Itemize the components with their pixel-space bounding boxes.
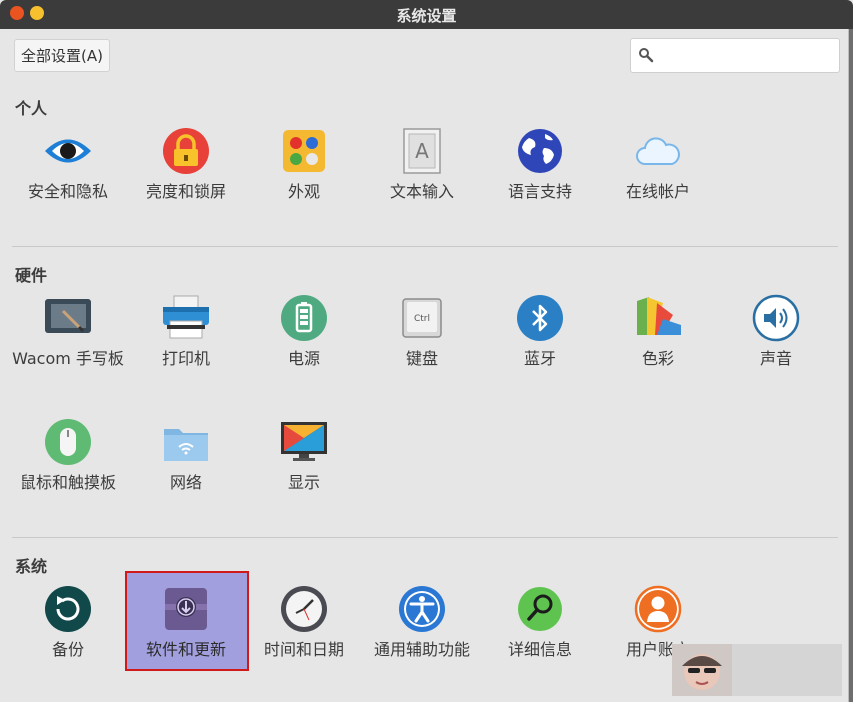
item-label: 声音: [759, 349, 792, 368]
item-label: 电源: [287, 349, 320, 368]
bluetooth-icon: [517, 295, 563, 341]
display-monitor-icon: [281, 422, 327, 461]
section-divider: [12, 537, 838, 538]
keyboard-ctrl-icon: Ctrl: [402, 298, 442, 338]
item-label: 在线帐户: [625, 182, 690, 201]
user-accounts-icon: [634, 585, 682, 633]
section-divider: [12, 246, 838, 247]
item-label: 打印机: [161, 349, 210, 368]
item-label: 语言支持: [507, 182, 572, 201]
backup-icon: [45, 586, 91, 632]
title-bar: 系统设置: [0, 0, 853, 29]
search-field[interactable]: [630, 38, 840, 73]
text-input-icon: A: [403, 128, 441, 174]
all-settings-button[interactable]: 全部设置(A): [14, 39, 110, 72]
section-hardware-label: 硬件: [15, 266, 48, 285]
item-label: 亮度和锁屏: [145, 182, 226, 201]
item-label: 显示: [287, 473, 320, 492]
globe-icon: [518, 129, 562, 173]
window-title: 系统设置: [396, 7, 457, 25]
item-label: 软件和更新: [145, 640, 226, 659]
item-label: 网络: [169, 473, 202, 492]
item-label: 备份: [51, 640, 84, 659]
lock-icon: [163, 128, 209, 174]
accessibility-icon: [399, 586, 445, 632]
cloud-icon: [636, 137, 680, 165]
wacom-tablet-icon: [45, 299, 91, 333]
search-input[interactable]: [657, 44, 836, 68]
avatar-face-icon: [672, 644, 732, 696]
speaker-icon: [752, 294, 800, 342]
item-label: 色彩: [641, 349, 674, 368]
software-update-icon: [165, 588, 207, 630]
svg-text:A: A: [415, 139, 429, 163]
battery-icon: [281, 295, 327, 341]
details-magnifier-icon: [518, 587, 562, 631]
item-label: 文本输入: [389, 182, 454, 201]
search-icon: [639, 48, 654, 63]
item-label: Wacom 手写板: [12, 349, 124, 368]
color-icon: [637, 297, 681, 335]
settings-window: 全部设置(A) 个人 安全和隐私 亮度和锁屏 外观 A 文本输入 语言支持 在线…: [0, 29, 849, 702]
eye-icon: [45, 139, 91, 163]
item-label: 键盘: [405, 349, 438, 368]
clock-icon: [281, 586, 327, 632]
svg-text:Ctrl: Ctrl: [414, 314, 430, 324]
avatar-overlay: [672, 644, 842, 696]
item-label: 时间和日期: [263, 640, 344, 659]
section-system-label: 系统: [15, 557, 48, 576]
printer-icon: [163, 295, 209, 339]
item-label: 外观: [287, 182, 320, 201]
window-edge: [849, 29, 853, 702]
network-folder-icon: [164, 429, 208, 461]
item-label: 安全和隐私: [27, 182, 108, 201]
item-label: 详细信息: [507, 640, 572, 659]
appearance-palette-icon: [283, 130, 325, 172]
section-personal-label: 个人: [15, 99, 48, 118]
item-label: 鼠标和触摸板: [19, 473, 116, 492]
item-label: 蓝牙: [523, 349, 556, 368]
mouse-icon: [45, 419, 91, 465]
item-label: 通用辅助功能: [373, 640, 470, 659]
